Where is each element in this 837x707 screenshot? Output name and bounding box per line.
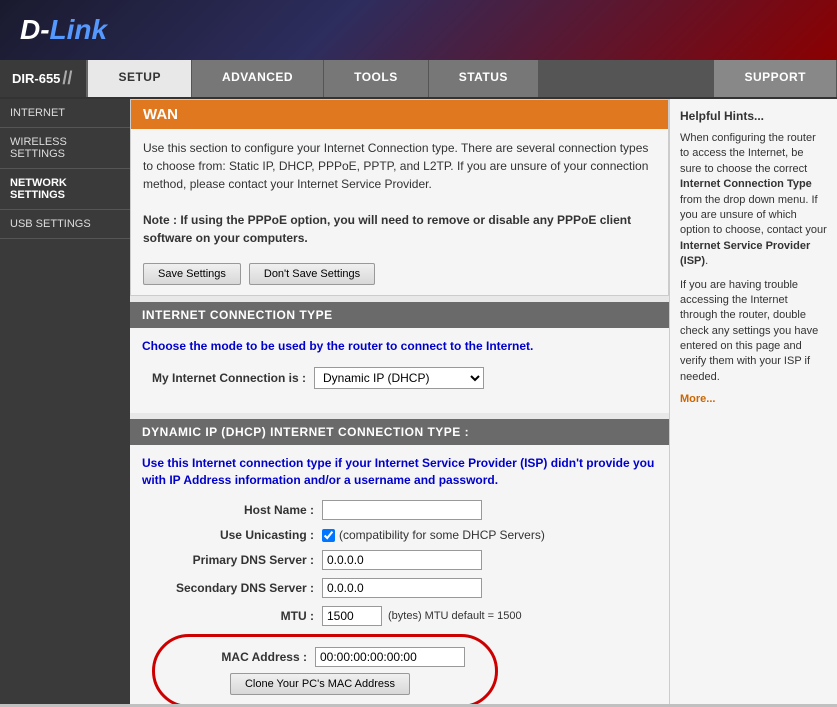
dropdown-label: My Internet Connection is : bbox=[152, 371, 306, 385]
tab-support[interactable]: SUPPORT bbox=[714, 60, 837, 97]
slash-icon: // bbox=[62, 68, 72, 89]
unicasting-row: Use Unicasting : (compatibility for some… bbox=[142, 528, 657, 542]
mtu-note: (bytes) MTU default = 1500 bbox=[388, 610, 522, 622]
save-settings-button[interactable]: Save Settings bbox=[143, 263, 241, 285]
logo-link: Link bbox=[50, 14, 108, 45]
sidebar-item-wireless[interactable]: WIRELESS SETTINGS bbox=[0, 128, 130, 169]
main-layout: INTERNET WIRELESS SETTINGS NETWORK SETTI… bbox=[0, 99, 837, 704]
dhcp-subtitle: Use this Internet connection type if you… bbox=[142, 455, 657, 489]
mtu-row: MTU : (bytes) MTU default = 1500 bbox=[142, 606, 657, 626]
content: WAN Use this section to configure your I… bbox=[130, 99, 669, 704]
wan-desc-text: Use this section to configure your Inter… bbox=[143, 141, 648, 191]
hint-bold-isp: Internet Service Provider (ISP) bbox=[680, 240, 810, 267]
mtu-label: MTU : bbox=[152, 609, 322, 623]
primary-dns-row: Primary DNS Server : bbox=[142, 550, 657, 570]
connection-dropdown-row: My Internet Connection is : Dynamic IP (… bbox=[152, 367, 657, 389]
unicasting-checkbox[interactable] bbox=[322, 529, 335, 542]
wan-desc: Use this section to configure your Inter… bbox=[131, 129, 668, 257]
tab-advanced[interactable]: ADVANCED bbox=[192, 60, 324, 97]
tab-tools[interactable]: TOOLS bbox=[324, 60, 429, 97]
connection-type-select[interactable]: Dynamic IP (DHCP) Static IP PPPoE PPTP L… bbox=[314, 367, 484, 389]
mtu-input[interactable] bbox=[322, 606, 382, 626]
wan-btn-row: Save Settings Don't Save Settings bbox=[131, 257, 668, 295]
sidebar-item-internet[interactable]: INTERNET bbox=[0, 99, 130, 128]
clone-mac-button[interactable]: Clone Your PC's MAC Address bbox=[230, 673, 410, 695]
secondary-dns-row: Secondary DNS Server : bbox=[142, 578, 657, 598]
model-badge: DIR-655 // bbox=[0, 60, 88, 97]
header: D-Link bbox=[0, 0, 837, 60]
wan-note: Note : If using the PPPoE option, you wi… bbox=[143, 213, 631, 245]
mac-container: MAC Address : Clone Your PC's MAC Addres… bbox=[142, 634, 657, 704]
navbar: DIR-655 // SETUP ADVANCED TOOLS STATUS S… bbox=[0, 60, 837, 99]
sidebar-item-network[interactable]: NETWORK SETTINGS bbox=[0, 169, 130, 210]
connection-type-subtitle: Choose the mode to be used by the router… bbox=[142, 338, 657, 355]
clone-btn-row: Clone Your PC's MAC Address bbox=[175, 673, 465, 695]
wan-header: WAN bbox=[131, 100, 668, 129]
dhcp-section: DYNAMIC IP (DHCP) INTERNET CONNECTION TY… bbox=[130, 419, 669, 704]
host-name-row: Host Name : bbox=[142, 500, 657, 520]
hints-more-link[interactable]: More... bbox=[680, 393, 715, 405]
primary-dns-label: Primary DNS Server : bbox=[152, 553, 322, 567]
connection-type-section: INTERNET CONNECTION TYPE Choose the mode… bbox=[130, 302, 669, 413]
logo: D-Link bbox=[20, 14, 117, 46]
model-label: DIR-655 bbox=[12, 71, 60, 86]
connection-type-header: INTERNET CONNECTION TYPE bbox=[130, 302, 669, 328]
mac-address-input[interactable] bbox=[315, 647, 465, 667]
primary-dns-input[interactable] bbox=[322, 550, 482, 570]
mac-highlight-oval: MAC Address : Clone Your PC's MAC Addres… bbox=[152, 634, 498, 704]
sidebar-item-usb[interactable]: USB SETTINGS bbox=[0, 210, 130, 239]
hints-para1: When configuring the router to access th… bbox=[680, 131, 827, 270]
unicasting-note: (compatibility for some DHCP Servers) bbox=[339, 528, 545, 542]
host-name-input[interactable] bbox=[322, 500, 482, 520]
hints-panel: Helpful Hints... When configuring the ro… bbox=[669, 99, 837, 704]
unicasting-label: Use Unicasting : bbox=[152, 528, 322, 542]
mac-address-row: MAC Address : bbox=[175, 647, 465, 667]
connection-type-content: Choose the mode to be used by the router… bbox=[130, 328, 669, 413]
mac-label: MAC Address : bbox=[175, 650, 315, 664]
dhcp-header: DYNAMIC IP (DHCP) INTERNET CONNECTION TY… bbox=[130, 419, 669, 445]
wan-section: WAN Use this section to configure your I… bbox=[130, 99, 669, 296]
tab-setup[interactable]: SETUP bbox=[88, 60, 192, 97]
hint-bold-type: Internet Connection Type bbox=[680, 178, 812, 190]
dont-save-settings-button[interactable]: Don't Save Settings bbox=[249, 263, 375, 285]
dhcp-content: Use this Internet connection type if you… bbox=[130, 445, 669, 704]
tab-status[interactable]: STATUS bbox=[429, 60, 539, 97]
sidebar: INTERNET WIRELESS SETTINGS NETWORK SETTI… bbox=[0, 99, 130, 704]
secondary-dns-label: Secondary DNS Server : bbox=[152, 581, 322, 595]
secondary-dns-input[interactable] bbox=[322, 578, 482, 598]
host-name-label: Host Name : bbox=[152, 503, 322, 517]
hints-para2: If you are having trouble accessing the … bbox=[680, 278, 827, 386]
hints-title: Helpful Hints... bbox=[680, 109, 827, 123]
logo-d: D- bbox=[20, 14, 50, 45]
